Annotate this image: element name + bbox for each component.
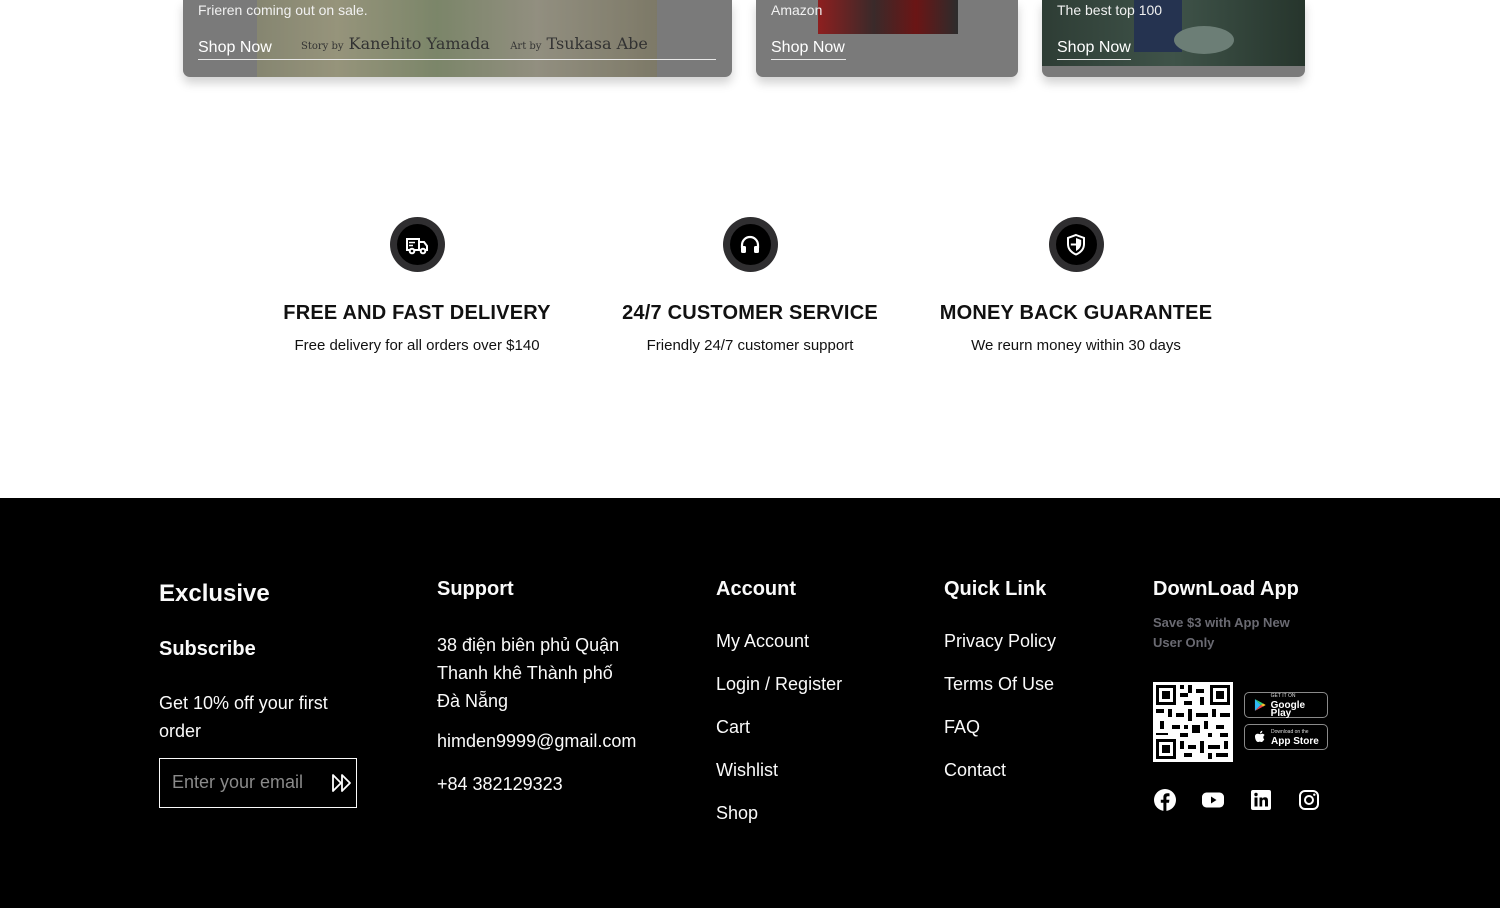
email-input[interactable] [170,771,324,794]
footer-link-login-register[interactable]: Login / Register [716,674,886,695]
support-email[interactable]: himden9999@gmail.com [437,731,652,752]
subscribe-form [159,758,357,808]
google-play-top-label: GET IT ON [1270,693,1296,699]
footer-link-shop[interactable]: Shop [716,803,886,824]
send-icon[interactable] [330,771,354,795]
footer-link-contact[interactable]: Contact [944,760,1104,781]
service-subtitle: We reurn money within 30 days [971,337,1181,354]
service-icon-ring [389,217,445,272]
app-store-top-label: Download on the [1271,729,1309,735]
footer-link-wishlist[interactable]: Wishlist [716,760,886,781]
footer-support-column: Support 38 điện biên phủ Quận Thanh khê … [437,578,652,795]
footer-link-privacy-policy[interactable]: Privacy Policy [944,631,1104,652]
instagram-icon[interactable] [1297,788,1321,812]
footer-link-terms-of-use[interactable]: Terms Of Use [944,674,1104,695]
subscribe-text: Get 10% off your first order [159,693,328,741]
service-title: MONEY BACK GUARANTEE [939,302,1213,324]
linkedin-icon[interactable] [1249,788,1273,812]
shop-now-link[interactable]: Shop Now [771,39,846,60]
support-heading: Support [437,578,514,600]
promo-card-top100: The best top 100 Shop Now [1042,0,1305,77]
promo-card-text: Frieren coming out on sale. [198,2,368,18]
amazon-product-image [818,0,958,34]
quick-link-heading: Quick Link [944,578,1047,600]
shop-now-link[interactable]: Shop Now [198,39,716,60]
shield-icon [1067,233,1085,256]
promo-card-amazon: Amazon Shop Now [756,0,1018,77]
footer-brand[interactable]: Exclusive [159,580,369,608]
service-subtitle: Friendly 24/7 customer support [646,337,854,354]
qr-code-image [1153,682,1233,762]
app-promo-text: Save $3 with App New User Only [1153,615,1290,650]
site-footer: Exclusive Subscribe Get 10% off your fir… [0,498,1500,908]
footer-exclusive-column: Exclusive Subscribe Get 10% off your fir… [159,578,369,808]
footer-download-column: DownLoad App Save $3 with App New User O… [1153,578,1333,818]
headphones-icon [740,235,760,253]
account-heading: Account [716,578,796,600]
service-icon-ring [722,217,778,272]
service-support: 24/7 CUSTOMER SERVICE Friendly 24/7 cust… [590,217,910,354]
app-store-badge[interactable]: Download on the App Store [1244,724,1328,750]
service-guarantee: MONEY BACK GUARANTEE We reurn money with… [916,217,1236,354]
promo-card-text: Amazon [771,2,823,18]
footer-quick-link-column: Quick Link Privacy Policy Terms Of Use F… [944,578,1104,781]
promo-card-text: The best top 100 [1057,2,1163,18]
google-play-label: Google Play [1270,700,1306,719]
shop-now-link[interactable]: Shop Now [1057,39,1131,60]
service-subtitle: Free delivery for all orders over $140 [294,337,540,354]
google-play-badge[interactable]: GET IT ON Google Play [1244,692,1328,719]
service-title: 24/7 CUSTOMER SERVICE [622,302,878,324]
youtube-icon[interactable] [1201,788,1225,812]
google-play-icon [1254,699,1266,711]
service-title: FREE AND FAST DELIVERY [283,302,551,324]
support-phone[interactable]: +84 382129323 [437,774,652,795]
delivery-truck-icon [406,237,428,254]
service-icon-ring [1048,217,1104,272]
promo-card-frieren: Story by Kanehito Yamada Art by Tsukasa … [183,0,732,77]
facebook-icon[interactable] [1153,788,1177,812]
service-delivery: FREE AND FAST DELIVERY Free delivery for… [257,217,577,354]
subscribe-heading: Subscribe [159,638,256,660]
app-store-label: App Store [1271,736,1319,747]
footer-account-column: Account My Account Login / Register Cart… [716,578,886,824]
apple-icon [1255,730,1265,742]
footer-link-faq[interactable]: FAQ [944,717,1104,738]
support-address: 38 điện biên phủ Quận Thanh khê Thành ph… [437,635,620,711]
footer-link-my-account[interactable]: My Account [716,631,886,652]
footer-link-cart[interactable]: Cart [716,717,886,738]
download-heading: DownLoad App [1153,578,1299,600]
